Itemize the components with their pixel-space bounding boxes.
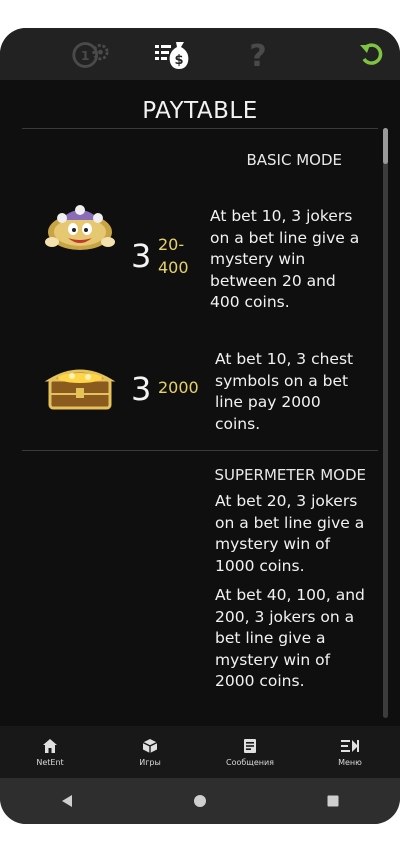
joker-pay-top: 20- <box>158 235 185 254</box>
basic-mode-heading: BASIC MODE <box>246 151 342 169</box>
chest-count: 3 <box>131 370 152 408</box>
return-arrow-icon[interactable] <box>352 38 392 72</box>
back-triangle-icon[interactable] <box>47 786 87 816</box>
nav-label: Сообщения <box>225 758 274 767</box>
question-icon[interactable]: ? <box>238 38 278 72</box>
nav-item-games[interactable]: Игры <box>100 726 200 778</box>
paytable-moneybag-icon[interactable]: $ <box>152 38 192 72</box>
title-divider <box>22 128 378 129</box>
supermeter-text-1: At bet 20, 3 jokers on a bet line give a… <box>215 492 365 575</box>
game-toolbar: 1 $ ? <box>0 28 400 81</box>
nav-item-menu[interactable]: Меню <box>300 726 400 778</box>
supermeter-text-2: At bet 40, 100, and 200, 3 jokers on a b… <box>215 586 365 690</box>
recents-square-icon[interactable] <box>313 786 353 816</box>
chest-pay: 2000 <box>158 378 199 397</box>
nav-label: NetEnt <box>36 758 64 767</box>
joker-count: 3 <box>131 237 152 275</box>
chest-symbol <box>44 358 116 418</box>
phone-frame: 1 $ ? PAYTABLE BASIC MODE 3 20- 400 At b… <box>0 28 400 824</box>
cube-icon <box>140 737 160 755</box>
messages-icon <box>240 737 260 755</box>
joker-symbol <box>40 202 120 262</box>
scrollbar[interactable] <box>383 128 388 718</box>
scrollbar-thumb[interactable] <box>383 128 388 164</box>
svg-text:1: 1 <box>81 49 90 63</box>
svg-text:?: ? <box>249 39 266 71</box>
nav-label: Меню <box>338 758 362 767</box>
nav-label: Игры <box>139 758 161 767</box>
coins-settings-icon[interactable]: 1 <box>70 38 110 72</box>
joker-description: At bet 10, 3 jokers on a bet line give a… <box>210 207 360 311</box>
menu-icon <box>340 737 360 755</box>
home-icon <box>40 737 60 755</box>
svg-text:$: $ <box>174 53 183 68</box>
nav-item-messages[interactable]: Сообщения <box>200 726 300 778</box>
system-navigation-bar <box>0 778 400 824</box>
home-circle-icon[interactable] <box>180 786 220 816</box>
section-divider <box>22 450 378 451</box>
page-title: PAYTABLE <box>142 98 258 124</box>
joker-pay-bottom: 400 <box>158 258 189 277</box>
nav-item-netent[interactable]: NetEnt <box>0 726 100 778</box>
paytable-content[interactable]: PAYTABLE BASIC MODE 3 20- 400 At bet 10,… <box>0 80 400 726</box>
bottom-navigation: NetEnt Игры Сообщения Меню <box>0 726 400 778</box>
supermeter-mode-heading: SUPERMETER MODE <box>214 466 366 484</box>
chest-description: At bet 10, 3 chest symbols on a bet line… <box>215 350 354 433</box>
